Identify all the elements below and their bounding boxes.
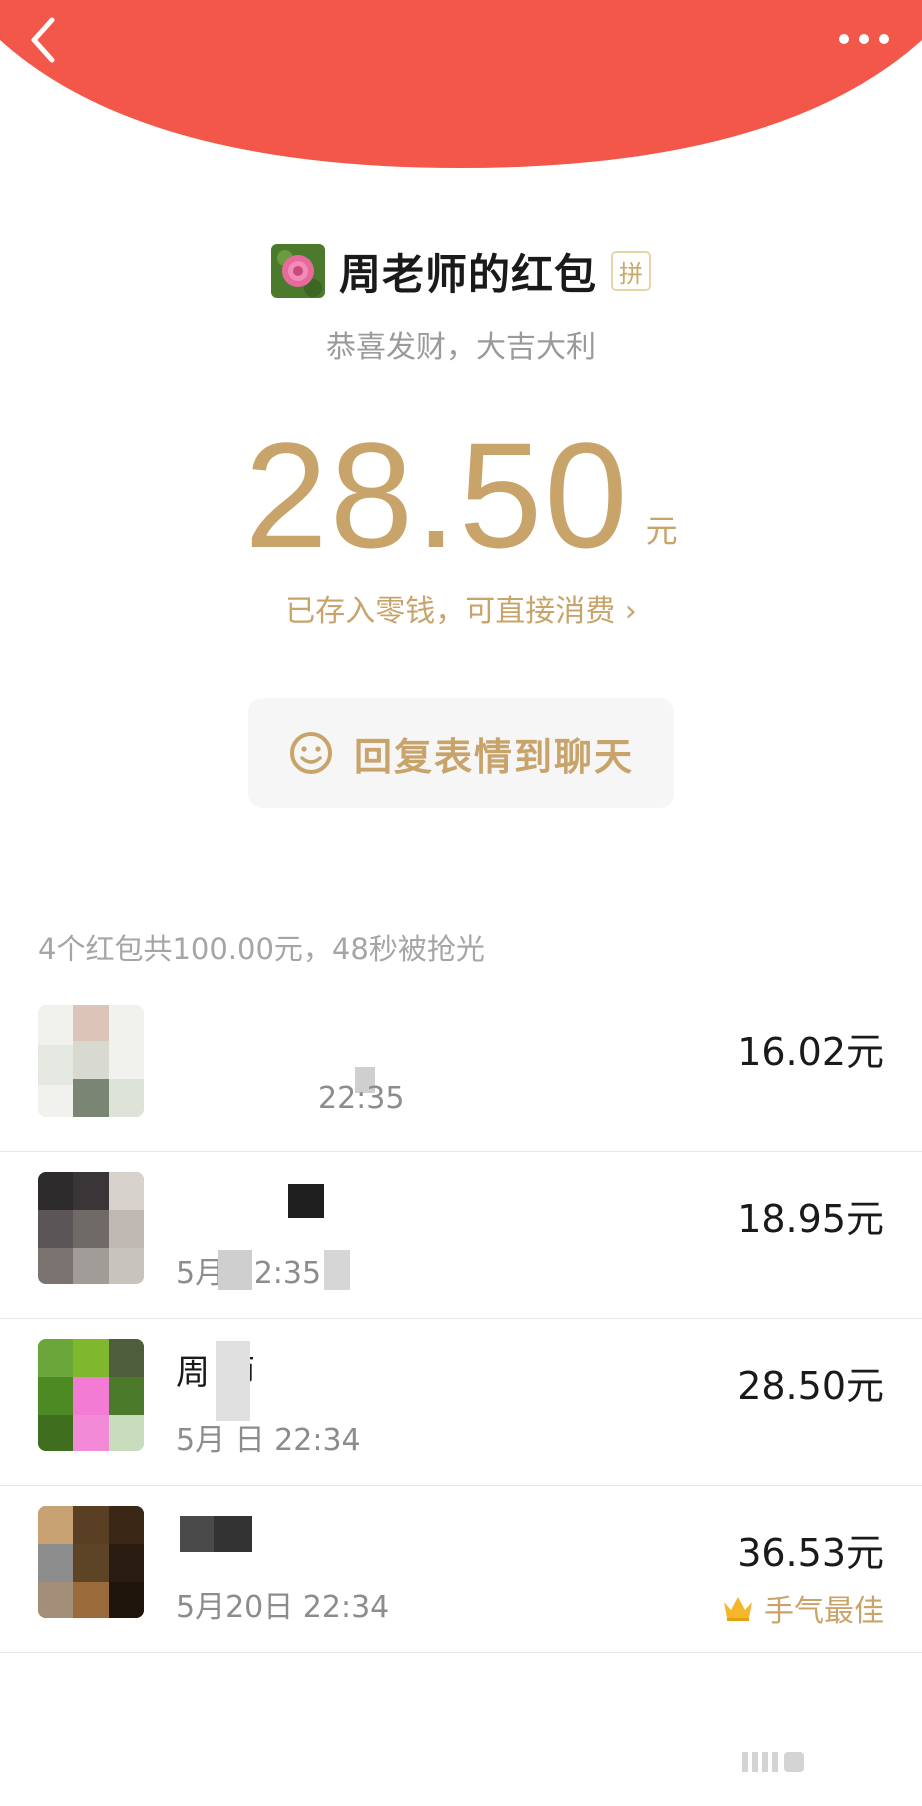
recipient-row[interactable]: 5月20日 22:34 36.53元 手气最佳 xyxy=(0,1486,922,1653)
sender-name: 周老师的红包 xyxy=(338,249,597,299)
avatar xyxy=(38,1506,144,1618)
best-luck-badge: 手气最佳 xyxy=(722,1586,884,1630)
amount-unit: 元 xyxy=(645,512,678,550)
top-banner xyxy=(0,0,922,168)
mosaic-blur xyxy=(214,1516,252,1552)
recipient-list: 22:35 16.02元 5月 22:35 18.95元 周 5月 日 22:3… xyxy=(0,985,922,1653)
blessing-text: 恭喜发财，大吉大利 xyxy=(326,330,596,365)
chevron-right-icon: › xyxy=(624,594,637,629)
reply-emoji-button[interactable]: 回复表情到聊天 xyxy=(248,698,674,808)
recipient-time: 5月 日 22:34 xyxy=(176,1423,361,1458)
recipient-row[interactable]: 5月 22:35 18.95元 xyxy=(0,1152,922,1319)
back-button[interactable] xyxy=(20,12,70,68)
rose-icon xyxy=(270,244,325,298)
recipient-time: 22:35 xyxy=(318,1081,405,1116)
amount-value: 28.50 xyxy=(244,411,630,579)
mosaic-blur xyxy=(216,1341,250,1421)
sender-header: 周老师的红包 拼 xyxy=(0,240,922,302)
recipient-time: 5月20日 22:34 xyxy=(176,1590,390,1625)
avatar-image xyxy=(38,1339,144,1451)
summary-text: 4个红包共100.00元，48秒被抢光 xyxy=(38,932,485,966)
mosaic-blur xyxy=(218,1250,252,1290)
chevron-left-icon xyxy=(31,17,55,63)
recipient-amount: 16.02元 xyxy=(737,1030,884,1074)
mosaic-blur xyxy=(324,1250,350,1290)
avatar-image xyxy=(38,1172,144,1284)
recipient-amount: 18.95元 xyxy=(737,1197,884,1241)
more-button[interactable] xyxy=(832,14,902,64)
mosaic-blur xyxy=(180,1516,214,1552)
sender-avatar xyxy=(270,244,325,298)
mosaic-blur xyxy=(288,1184,324,1218)
group-badge: 拼 xyxy=(611,251,651,291)
saved-text: 已存入零钱，可直接消费 xyxy=(285,594,616,629)
recipient-amount: 36.53元 xyxy=(737,1531,884,1575)
saved-to-change-link[interactable]: 已存入零钱，可直接消费 › xyxy=(0,586,922,630)
avatar xyxy=(38,1005,144,1117)
recipient-row[interactable]: 22:35 16.02元 xyxy=(0,985,922,1152)
avatar-image xyxy=(38,1506,144,1618)
recipient-row[interactable]: 周 师 5月 日 22:34 28.50元 xyxy=(0,1319,922,1486)
recipient-amount: 28.50元 xyxy=(737,1364,884,1408)
avatar xyxy=(38,1339,144,1451)
amount-display: 28.50 元 xyxy=(0,420,922,570)
smiley-icon xyxy=(289,732,332,774)
reply-label: 回复表情到聊天 xyxy=(353,734,634,779)
avatar-image xyxy=(38,1005,144,1117)
crown-icon xyxy=(724,1597,752,1621)
watermark-bars xyxy=(742,1752,804,1772)
more-dots-icon xyxy=(839,34,889,44)
best-luck-label: 手气最佳 xyxy=(764,1594,884,1629)
avatar xyxy=(38,1172,144,1284)
